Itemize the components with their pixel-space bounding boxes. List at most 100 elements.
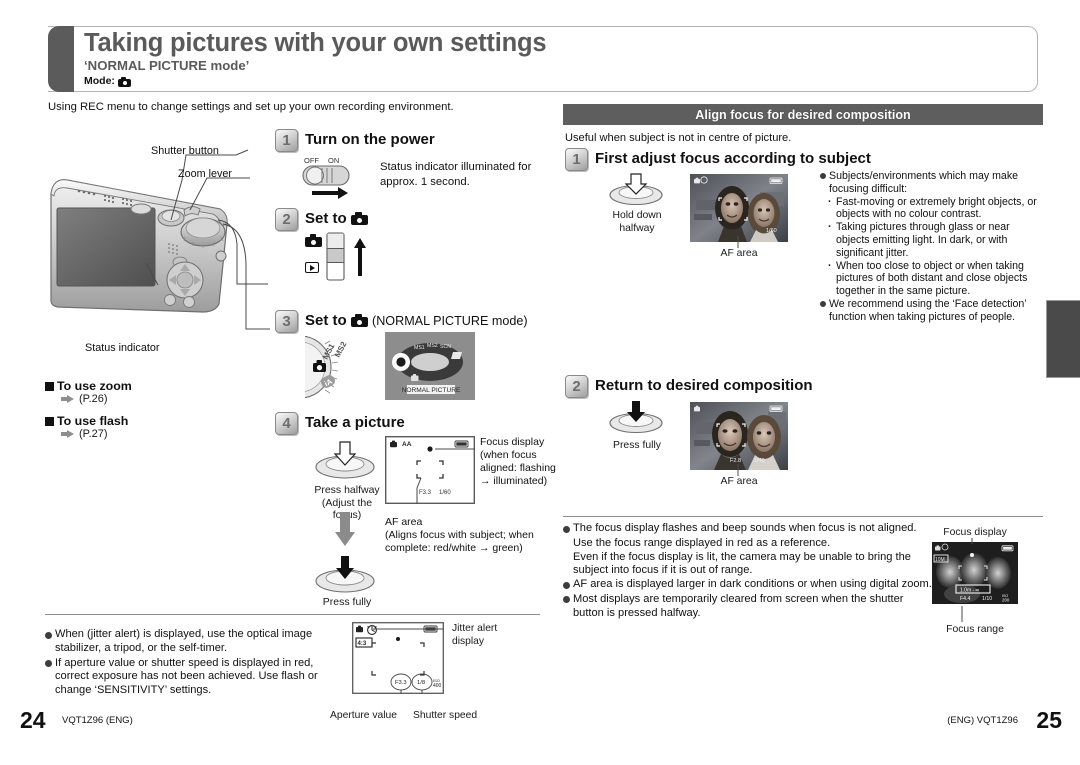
playback-mode-icon bbox=[305, 262, 319, 273]
jitter-aperture-value: F3.3 bbox=[395, 680, 407, 686]
left-notes-divider bbox=[45, 614, 540, 615]
page-number-right: 25 bbox=[1036, 707, 1062, 733]
arrow-up-icon bbox=[354, 238, 366, 276]
step-4-af-area-note: AF area (Aligns focus with subject; when… bbox=[385, 516, 534, 554]
step-4-press-fully-label: Press fully bbox=[322, 596, 372, 608]
right-step-1-button-label: Hold down halfway bbox=[612, 210, 662, 234]
ref-zoom-page[interactable]: (P.26) bbox=[61, 393, 132, 405]
right-notes-divider bbox=[563, 516, 1043, 517]
right-step-2-badge: 2 bbox=[565, 375, 588, 398]
mode-line: Mode: bbox=[84, 75, 1030, 88]
right-notes: The focus display flashes and beep sound… bbox=[563, 522, 933, 622]
right-step-1: 1 First adjust focus according to subjec… bbox=[565, 148, 871, 171]
step-2-title: Set to bbox=[305, 208, 368, 230]
focus-range-label: Focus range bbox=[946, 624, 1004, 635]
step-4-title: Take a picture bbox=[305, 414, 405, 431]
right-step-2-title: Return to desired composition bbox=[595, 377, 813, 394]
focus-note-2: We recommend using the ‘Face detection’ … bbox=[820, 298, 1044, 324]
focus-display-label: Focus display bbox=[943, 527, 1007, 538]
step-1-badge: 1 bbox=[275, 129, 298, 152]
intro-text: Using REC menu to change settings and se… bbox=[48, 101, 454, 113]
left-notes: When (jitter alert) is displayed, use th… bbox=[45, 628, 345, 699]
jitter-corner-badge: 4:3 bbox=[358, 641, 367, 647]
step-3-badge: 3 bbox=[275, 310, 298, 333]
page-number-left: 24 bbox=[20, 707, 46, 733]
rec-play-switch-illustration bbox=[305, 232, 375, 284]
step-4-focus-display-note: Focus display (when focus aligned: flash… bbox=[480, 436, 556, 487]
jitter-alert-lcd: 4:3 F3.3 1/8 ISO 400 bbox=[352, 622, 444, 694]
svg-text:400: 400 bbox=[433, 683, 442, 689]
right-note-3: Most displays are temporarily cleared fr… bbox=[563, 593, 933, 621]
focus-sub-note-3: When too close to object or when taking … bbox=[820, 260, 1044, 298]
label-status-indicator: Status indicator bbox=[85, 342, 160, 354]
photo1-shutter: 1/60 bbox=[766, 228, 777, 234]
step-3-title-text: Set to bbox=[305, 312, 347, 329]
step-4-lcd-screen: AA F3.3 1/60 bbox=[385, 436, 475, 504]
arrow-down-gray-icon bbox=[335, 512, 355, 546]
left-column: Shutter button Zoom lever Status indicat… bbox=[40, 124, 556, 608]
left-note-1: When (jitter alert) is displayed, use th… bbox=[45, 628, 345, 656]
camera-mode-icon bbox=[350, 314, 368, 327]
mode-dial-illustration: MS1 MS2 iA bbox=[305, 336, 349, 398]
ref-section-flash: To use flash (P.27) bbox=[45, 414, 128, 440]
ref-section-zoom: To use zoom (P.26) bbox=[45, 379, 132, 405]
label-zoom-lever: Zoom lever bbox=[178, 168, 233, 180]
slide-switch-icon bbox=[326, 232, 345, 281]
right-intro: Useful when subject is not in centre of … bbox=[565, 132, 792, 144]
lcd-aperture: F3.3 bbox=[419, 490, 432, 496]
ref-flash-heading: To use flash bbox=[45, 414, 128, 428]
hold-halfway-illustration bbox=[609, 173, 663, 206]
ref-zoom-heading: To use zoom bbox=[45, 379, 132, 393]
svg-text:ON: ON bbox=[328, 156, 339, 165]
mode-dial-lcd-screen: MS1 MS2 SCN NORMAL PICTURE bbox=[385, 332, 475, 400]
svg-text:AA: AA bbox=[402, 441, 412, 448]
right-section-title: Align focus for desired composition bbox=[563, 104, 1043, 125]
focus-sub-note-2: Taking pictures through glass or near ob… bbox=[820, 221, 1044, 259]
shutter-speed-label: Shutter speed bbox=[413, 710, 478, 721]
jitter-alert-label: Jitter alert display bbox=[452, 623, 498, 647]
svg-text:MS2: MS2 bbox=[333, 340, 349, 359]
step-4-badge: 4 bbox=[275, 412, 298, 435]
left-note-2: If aperture value or shutter speed is di… bbox=[45, 657, 345, 698]
step-2: 2 Set to bbox=[275, 208, 368, 231]
step-2-title-text: Set to bbox=[305, 210, 347, 227]
arrow-right-icon bbox=[61, 394, 75, 404]
photo2-af-area-label: AF area bbox=[720, 476, 758, 487]
power-switch-illustration: OFF ON bbox=[302, 156, 350, 199]
page-subtitle: ‘NORMAL PICTURE mode’ bbox=[84, 58, 250, 73]
page-edge-tab bbox=[1046, 300, 1080, 378]
press-fully-illustration-right bbox=[609, 401, 663, 434]
arrow-right-icon bbox=[61, 429, 75, 439]
svg-text:SCN: SCN bbox=[440, 344, 451, 350]
step-3-note: (NORMAL PICTURE mode) bbox=[372, 314, 528, 328]
right-step-1-badge: 1 bbox=[565, 148, 588, 171]
right-note-1-cont-2: Even if the focus display is lit, the ca… bbox=[573, 550, 911, 577]
shutter-press-halfway-illustration bbox=[315, 441, 375, 479]
aperture-value-label: Aperture value bbox=[330, 710, 397, 721]
step-3: 3 Set to (NORMAL PICTURE mode) bbox=[275, 310, 528, 333]
doc-code-right: (ENG) VQT1Z96 bbox=[947, 715, 1018, 726]
manual-page: Taking pictures with your own settings ‘… bbox=[0, 0, 1080, 765]
step-4: 4 Take a picture bbox=[275, 412, 405, 435]
lcd-shutter: 1/60 bbox=[439, 490, 451, 496]
focus-note-1: Subjects/environments which may make foc… bbox=[820, 170, 1044, 196]
svg-text:OFF: OFF bbox=[304, 156, 319, 165]
ref-flash-page-text: (P.27) bbox=[79, 428, 108, 440]
page-title: Taking pictures with your own settings bbox=[84, 29, 547, 57]
step-2-badge: 2 bbox=[275, 208, 298, 231]
focus-difficulty-notes: Subjects/environments which may make foc… bbox=[820, 170, 1044, 324]
right-step-2-button-label: Press fully bbox=[613, 440, 661, 451]
focus-sub-note-1: Fast-moving or extremely bright objects,… bbox=[820, 196, 1044, 222]
photo1-af-area-label: AF area bbox=[720, 248, 758, 259]
svg-text:MS1: MS1 bbox=[414, 345, 425, 351]
svg-text:MS2: MS2 bbox=[427, 343, 438, 349]
right-step-2: 2 Return to desired composition bbox=[565, 375, 813, 398]
camera-mode-icon bbox=[350, 212, 368, 225]
right-note-1-cont-1: Use the focus range displayed in red as … bbox=[573, 536, 831, 549]
camera-mode-icon bbox=[305, 234, 322, 247]
step-1-title: Turn on the power bbox=[305, 131, 435, 148]
right-note-1: The focus display flashes and beep sound… bbox=[563, 522, 933, 536]
header-tab-marker bbox=[48, 26, 74, 92]
dial-lcd-caption: NORMAL PICTURE bbox=[402, 387, 461, 394]
ref-flash-page[interactable]: (P.27) bbox=[61, 428, 128, 440]
